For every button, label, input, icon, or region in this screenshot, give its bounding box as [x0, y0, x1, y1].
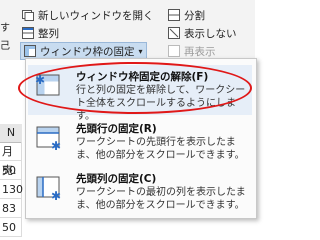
- svg-text:✱: ✱: [51, 189, 61, 201]
- freeze-top-row-icon: ✱: [36, 126, 61, 151]
- arrange-icon: [22, 27, 34, 39]
- hide-label: 表示しない: [184, 27, 237, 40]
- menu-item-desc: ワークシートの先頭行を表示したまま、他の部分をスクロールできます。: [76, 137, 245, 161]
- sheet-cell[interactable]: 130: [0, 180, 23, 199]
- svg-text:✱: ✱: [51, 139, 61, 151]
- menu-item-title: 先頭列の固定(C): [76, 173, 157, 185]
- sheet-cell[interactable]: 月 売.: [0, 142, 22, 177]
- arrange-label: 整列: [38, 27, 59, 40]
- sheet-cell[interactable]: 50: [0, 161, 22, 180]
- menu-item-title: 先頭行の固定(R): [76, 123, 157, 135]
- sheet-cell[interactable]: 50: [0, 218, 22, 237]
- ribbon-left-label-2: 己: [0, 41, 10, 52]
- chevron-down-icon: ▾: [138, 46, 143, 56]
- annotation-highlight-ring: [18, 62, 252, 114]
- menu-item-freeze-top-row[interactable]: ✱ 先頭行の固定(R) ワークシートの先頭行を表示したまま、他の部分をスクロール…: [26, 117, 256, 167]
- freeze-panes-icon: [24, 45, 36, 57]
- new-window-icon: [22, 10, 34, 21]
- ribbon-left-label-1: す: [0, 23, 10, 34]
- new-window-button[interactable]: 新しいウィンドウを開く: [22, 6, 154, 24]
- unhide-label: 再表示: [184, 45, 216, 58]
- sheet-cell[interactable]: 83: [0, 199, 22, 218]
- arrange-button[interactable]: 整列: [22, 24, 59, 42]
- hide-button[interactable]: 表示しない: [168, 24, 237, 42]
- hide-icon: [168, 27, 180, 39]
- column-header-n[interactable]: N: [0, 124, 22, 143]
- freeze-panes-label: ウィンドウ枠の固定: [40, 45, 135, 58]
- split-label: 分割: [184, 9, 205, 22]
- unhide-icon: [168, 45, 180, 57]
- ribbon-left-edge: す 己: [0, 20, 14, 60]
- split-button[interactable]: 分割: [168, 6, 205, 24]
- new-window-label: 新しいウィンドウを開く: [38, 9, 154, 22]
- menu-item-freeze-first-column[interactable]: ✱ 先頭列の固定(C) ワークシートの最初の列を表示したまま、他の部分をスクロー…: [26, 167, 256, 217]
- freeze-first-column-icon: ✱: [36, 176, 61, 201]
- ribbon-view-tab: す 己 新しいウィンドウを開く 分割 整列 表示しない ウィンドウ枠の固定 ▾ …: [0, 0, 255, 60]
- menu-item-desc: ワークシートの最初の列を表示したまま、他の部分をスクロールできます。: [76, 187, 246, 211]
- split-icon: [168, 9, 180, 21]
